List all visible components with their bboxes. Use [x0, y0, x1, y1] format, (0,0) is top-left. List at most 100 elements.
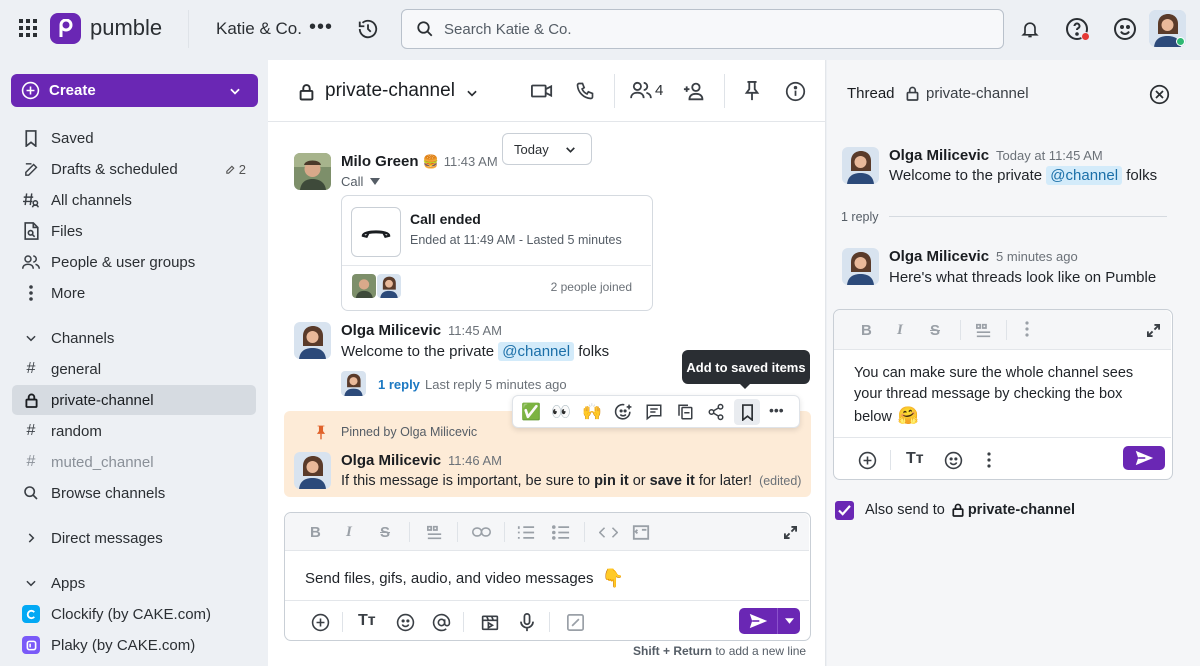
add-member-icon[interactable] [682, 80, 708, 102]
ordered-list-icon[interactable] [516, 523, 536, 541]
text-format-icon[interactable]: Tт [358, 612, 376, 630]
channels-section-header[interactable]: Channels [12, 323, 256, 353]
avatar[interactable] [294, 322, 331, 359]
quote-icon[interactable] [973, 321, 993, 339]
reaction-check-button[interactable]: ✅ [521, 402, 541, 422]
message-header: Olga Milicevic 11:45 AM [341, 322, 502, 339]
emoji-icon[interactable] [942, 449, 964, 471]
mention-icon[interactable] [430, 611, 452, 633]
chevron-down-icon [566, 146, 575, 153]
sidebar-item-files[interactable]: Files [12, 216, 256, 246]
author-name[interactable]: Olga Milicevic [889, 248, 989, 265]
status-smiley-icon[interactable] [1112, 16, 1138, 42]
apps-section-header[interactable]: Apps [12, 568, 256, 598]
channel-name-button[interactable]: private-channel [325, 80, 479, 102]
edit-icon [20, 161, 42, 178]
channel-label: muted_channel [51, 453, 154, 471]
strikethrough-icon[interactable]: S [380, 524, 390, 541]
sidebar-item-private-channel[interactable]: private-channel [12, 385, 256, 415]
share-icon[interactable] [706, 402, 726, 422]
author-name[interactable]: Olga Milicevic [341, 322, 441, 339]
pin-icon[interactable] [741, 80, 763, 102]
italic-icon[interactable]: I [897, 322, 903, 339]
microphone-icon[interactable] [516, 611, 538, 633]
author-name[interactable]: Olga Milicevic [341, 452, 441, 469]
reaction-raised-hands-button[interactable]: 🙌 [582, 402, 602, 422]
plus-circle-icon[interactable] [856, 449, 878, 471]
sidebar-item-saved[interactable]: Saved [12, 123, 256, 153]
composer-input[interactable]: Send files, gifs, audio, and video messa… [305, 568, 624, 589]
sidebar-item-general[interactable]: # general [12, 354, 256, 384]
sidebar-item-all-channels[interactable]: All channels [12, 185, 256, 215]
also-send-checkbox[interactable] [835, 501, 854, 520]
reply-count-link[interactable]: 1 reply [378, 377, 420, 392]
reply-thread-icon[interactable] [644, 402, 664, 422]
search-input[interactable]: Search Katie & Co. [401, 9, 1004, 49]
slash-command-icon[interactable] [564, 611, 586, 633]
video-call-icon[interactable] [530, 80, 554, 102]
avatar[interactable] [294, 153, 331, 190]
message-text: Welcome to the private @channel folks [889, 166, 1158, 185]
author-name[interactable]: Milo Green [341, 153, 419, 170]
avatar[interactable] [842, 248, 879, 285]
sidebar-item-browse-channels[interactable]: Browse channels [12, 478, 256, 508]
help-icon[interactable] [1064, 16, 1090, 42]
emoji-icon[interactable] [394, 611, 416, 633]
direct-messages-section-header[interactable]: Direct messages [12, 523, 256, 553]
italic-icon[interactable]: I [346, 524, 352, 541]
members-button[interactable]: 4 [630, 81, 663, 99]
text-format-icon[interactable]: Tт [906, 450, 924, 468]
sidebar-item-muted-channel[interactable]: # muted_channel [12, 447, 256, 477]
sidebar-item-more[interactable]: More [12, 278, 256, 308]
message-text: Here's what threads look like on Pumble [889, 269, 1157, 286]
thread-send-button[interactable] [1123, 446, 1165, 470]
sidebar-item-random[interactable]: # random [12, 416, 256, 446]
create-button[interactable]: Create [11, 74, 258, 107]
sidebar-item-plaky[interactable]: Plaky (by CAKE.com) [12, 630, 256, 660]
plus-circle-icon[interactable] [309, 611, 331, 633]
bulleted-list-icon[interactable] [551, 523, 571, 541]
thread-composer-input[interactable]: You can make sure the whole channel sees… [854, 363, 1154, 428]
schedule-send-dropdown[interactable] [778, 608, 800, 634]
app-grid-icon[interactable] [17, 17, 39, 39]
expand-icon[interactable] [782, 524, 798, 540]
avatar[interactable] [842, 147, 879, 184]
channel-mention[interactable]: @channel [1046, 166, 1123, 185]
reaction-eyes-button[interactable]: 👀 [551, 402, 571, 422]
thread-channel-link[interactable]: private-channel [906, 85, 1029, 102]
expand-icon[interactable] [1145, 322, 1161, 338]
code-block-icon[interactable] [631, 522, 651, 542]
save-bookmark-icon[interactable] [734, 399, 760, 425]
more-options-icon[interactable] [987, 452, 991, 468]
sidebar-item-people[interactable]: People & user groups [12, 247, 256, 277]
author-name[interactable]: Olga Milicevic [889, 147, 989, 164]
workspace-name[interactable]: Katie & Co. [216, 19, 302, 39]
more-actions-icon[interactable]: ••• [769, 402, 784, 418]
copy-icon[interactable] [675, 402, 695, 422]
sidebar-item-drafts[interactable]: Drafts & scheduled 2 [12, 154, 256, 184]
close-icon[interactable] [1147, 82, 1171, 106]
add-reaction-icon[interactable] [613, 402, 633, 422]
code-icon[interactable] [597, 523, 619, 541]
user-avatar[interactable] [1149, 10, 1186, 47]
date-divider-button[interactable]: Today [502, 133, 592, 165]
call-sub-label[interactable]: Call [341, 174, 381, 189]
phone-icon[interactable] [573, 80, 597, 102]
bold-icon[interactable]: B [861, 322, 872, 339]
avatar[interactable] [294, 452, 331, 489]
workspace-menu-icon[interactable]: ••• [309, 16, 333, 39]
bold-icon[interactable]: B [310, 524, 321, 541]
quote-icon[interactable] [424, 523, 444, 541]
link-icon[interactable] [470, 523, 492, 541]
bell-icon[interactable] [1018, 17, 1042, 41]
history-icon[interactable] [356, 17, 380, 41]
channel-mention[interactable]: @channel [498, 342, 575, 361]
sidebar-item-clockify[interactable]: Clockify (by CAKE.com) [12, 599, 256, 629]
send-button[interactable] [739, 608, 777, 634]
more-formatting-icon[interactable] [1025, 321, 1029, 337]
gif-icon[interactable] [479, 611, 501, 633]
channel-label: random [51, 422, 102, 440]
info-icon[interactable] [784, 80, 806, 102]
strikethrough-icon[interactable]: S [930, 322, 940, 339]
message-composer: B I S Send files, gifs, audio, and video… [284, 512, 811, 641]
